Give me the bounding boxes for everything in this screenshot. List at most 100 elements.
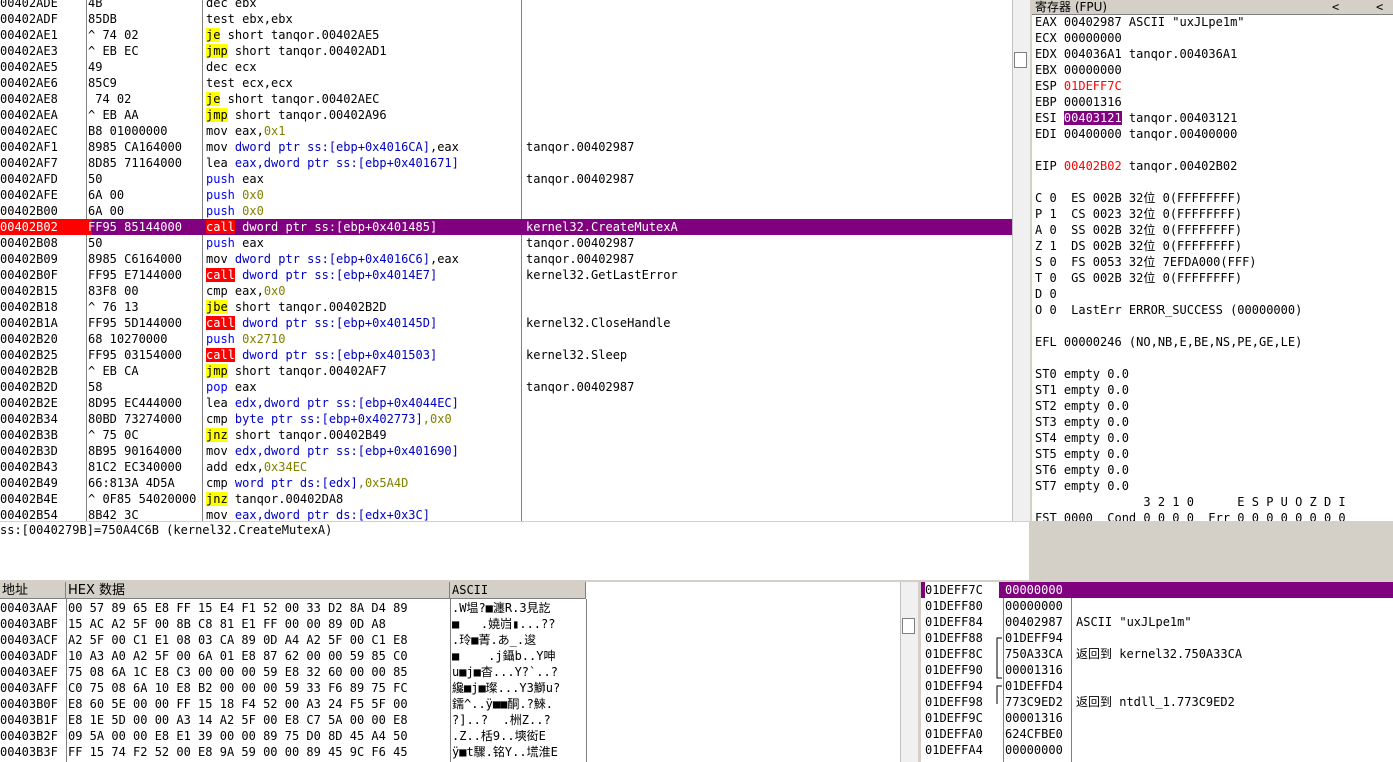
disasm-row[interactable]: 00402AE8 74 02 je short tanqor.00402AEC <box>0 91 1012 107</box>
stack-row-top[interactable]: 01DEFF7C 00000000 <box>921 582 1393 598</box>
register-line[interactable]: A 0 SS 002B 32位 0(FFFFFFFF) <box>1035 222 1242 238</box>
dump-address[interactable]: 00403ABF <box>0 616 66 632</box>
disasm-row[interactable]: 00402AF1 8985 CA164000 mov dword ptr ss:[e… <box>0 139 1012 155</box>
register-line[interactable]: EBP 00001316 <box>1035 94 1122 110</box>
dump-ascii[interactable]: .Z..栝9..塽衒E <box>452 728 586 744</box>
dump-header-ascii[interactable]: ASCII <box>450 582 586 599</box>
register-line[interactable]: ST4 empty 0.0 <box>1035 430 1129 446</box>
disasm-row[interactable]: 00402AE1 ^ 74 02 je short tanqor.00402AE5 <box>0 27 1012 43</box>
dump-address[interactable]: 00403ADF <box>0 648 66 664</box>
register-line[interactable]: ST2 empty 0.0 <box>1035 398 1129 414</box>
register-line[interactable]: P 1 CS 0023 32位 0(FFFFFFFF) <box>1035 206 1242 222</box>
dump-ascii[interactable]: 鑐^..ÿ■■酮.?鯠. <box>452 696 586 712</box>
stack-row[interactable]: 01DEFF94 01DEFFD4 <box>921 678 1393 694</box>
disasm-row[interactable]: 00402AE6 85C9 test ecx,ecx <box>0 75 1012 91</box>
dump-hex[interactable]: 15 AC A2 5F 00 8B C8 81 E1 FF 00 00 89 0… <box>68 616 448 632</box>
stack-row[interactable]: 01DEFF90 00001316 <box>921 662 1393 678</box>
disasm-row[interactable]: 00402B3D 8B95 90164000 mov edx,dword ptr s… <box>0 443 1012 459</box>
register-line[interactable]: EDX 004036A1 tanqor.004036A1 <box>1035 46 1237 62</box>
disasm-row[interactable]: 00402B08 50 push eax tanqor.00402987 <box>0 235 1012 251</box>
register-line[interactable]: D 0 <box>1035 286 1057 302</box>
dump-address[interactable]: 00403AEF <box>0 664 66 680</box>
disasm-row[interactable]: 00402ADE 4B dec ebx <box>0 0 1012 11</box>
register-line[interactable]: EAX 00402987 ASCII "uxJLpe1m" <box>1035 14 1245 30</box>
scroll-thumb[interactable] <box>902 618 915 634</box>
register-line[interactable]: Z 1 DS 002B 32位 0(FFFFFFFF) <box>1035 238 1242 254</box>
dump-ascii[interactable]: ?]..? .栦Z..? <box>452 712 586 728</box>
nav-left-icon[interactable]: < <box>1332 0 1339 14</box>
stack-row[interactable]: 01DEFF98 773C9ED2 返回到 ntdll_1.773C9ED2 <box>921 694 1393 710</box>
register-line[interactable]: T 0 GS 002B 32位 0(FFFFFFFF) <box>1035 270 1242 286</box>
stack-row[interactable]: 01DEFFA0 624CFBE0 <box>921 726 1393 742</box>
dump-ascii[interactable]: ■ .嬈岿▮...?? <box>452 616 586 632</box>
disasm-row[interactable]: 00402AEA ^ EB AA jmp short tanqor.00402A96 <box>0 107 1012 123</box>
disasm-row[interactable]: 00402ADF 85DB test ebx,ebx <box>0 11 1012 27</box>
disasm-row[interactable]: 00402B1A FF95 5D144000 call dword ptr ss:[… <box>0 315 1012 331</box>
register-line[interactable]: 3 2 1 0 E S P U O Z D I <box>1035 494 1345 510</box>
disasm-row[interactable]: 00402AE5 49 dec ecx <box>0 59 1012 75</box>
disasm-row[interactable]: 00402AE3 ^ EB EC jmp short tanqor.00402AD1 <box>0 43 1012 59</box>
register-line[interactable]: FST 0000 Cond 0 0 0 0 Err 0 0 0 0 0 0 0 … <box>1035 510 1346 521</box>
dump-ascii[interactable]: 纔■j■璨...Y3鰤u? <box>452 680 586 696</box>
disasm-row[interactable]: 00402B20 68 10270000 push 0x2710 <box>0 331 1012 347</box>
disasm-row[interactable]: 00402B54 8B42 3C mov eax,dword ptr ds:[edx… <box>0 507 1012 521</box>
dump-address[interactable]: 00403AFF <box>0 680 66 696</box>
dump-address[interactable]: 00403B1F <box>0 712 66 728</box>
register-line[interactable]: ST5 empty 0.0 <box>1035 446 1129 462</box>
register-line[interactable]: C 0 ES 002B 32位 0(FFFFFFFF) <box>1035 190 1242 206</box>
disasm-row[interactable]: 00402B3B ^ 75 0C jnz short tanqor.00402B49 <box>0 427 1012 443</box>
stack-row[interactable]: 01DEFF88 01DEFF94 <box>921 630 1393 646</box>
dump-address[interactable]: 00403AAF <box>0 600 66 616</box>
register-line[interactable]: ST0 empty 0.0 <box>1035 366 1129 382</box>
dump-hex[interactable]: 10 A3 A0 A2 5F 00 6A 01 E8 87 62 00 00 5… <box>68 648 448 664</box>
disasm-row[interactable]: 00402B2E 8D95 EC444000 lea edx,dword ptr s… <box>0 395 1012 411</box>
dump-header-hex[interactable]: HEX 数据 <box>66 582 450 599</box>
register-line[interactable]: EIP 00402B02 tanqor.00402B02 <box>1035 158 1237 174</box>
register-line[interactable]: ECX 00000000 <box>1035 30 1122 46</box>
dump-hex[interactable]: 00 57 89 65 E8 FF 15 E4 F1 52 00 33 D2 8… <box>68 600 448 616</box>
disasm-row[interactable]: 00402AFD 50 push eax tanqor.00402987 <box>0 171 1012 187</box>
dump-ascii[interactable]: ÿ■t驟.铭Y..塃淮E <box>452 744 586 760</box>
dump-scrollbar[interactable] <box>900 582 918 762</box>
register-line[interactable]: ST1 empty 0.0 <box>1035 382 1129 398</box>
disasm-row[interactable]: 00402B0F FF95 E7144000 call dword ptr ss:[… <box>0 267 1012 283</box>
disasm-row[interactable]: 00402B4E ^ 0F85 54020000 jnz tanqor.00402D… <box>0 491 1012 507</box>
stack-row[interactable]: 01DEFFA4 00000000 <box>921 742 1393 758</box>
memory-dump-pane[interactable]: 地址 HEX 数据 ASCII 00403AAF 00 57 89 65 E8 F… <box>0 582 918 762</box>
dump-hex[interactable]: C0 75 08 6A 10 E8 B2 00 00 00 59 33 F6 8… <box>68 680 448 696</box>
register-line[interactable]: S 0 FS 0053 32位 7EFDA000(FFF) <box>1035 254 1257 270</box>
dump-hex[interactable]: E8 1E 5D 00 00 A3 14 A2 5F 00 E8 C7 5A 0… <box>68 712 448 728</box>
stack-row[interactable]: 01DEFF80 00000000 <box>921 598 1393 614</box>
disasm-row-current[interactable]: 00402B02 FF95 85144000 call dword ptr ss:[… <box>0 219 1012 235</box>
dump-address[interactable]: 00403B3F <box>0 744 66 760</box>
stack-row[interactable]: 01DEFF9C 00001316 <box>921 710 1393 726</box>
register-line[interactable]: EDI 00400000 tanqor.00400000 <box>1035 126 1237 142</box>
dump-header-address[interactable]: 地址 <box>0 582 66 599</box>
dump-address[interactable]: 00403ACF <box>0 632 66 648</box>
register-line[interactable]: EBX 00000000 <box>1035 62 1122 78</box>
register-line[interactable]: ST3 empty 0.0 <box>1035 414 1129 430</box>
dump-hex[interactable]: FF 15 74 F2 52 00 E8 9A 59 00 00 89 45 9… <box>68 744 448 760</box>
dump-hex[interactable]: 75 08 6A 1C E8 C3 00 00 00 59 E8 32 60 0… <box>68 664 448 680</box>
disasm-row[interactable]: 00402B43 81C2 EC340000 add edx,0x34EC <box>0 459 1012 475</box>
disasm-row[interactable]: 00402B34 80BD 73274000 cmp byte ptr ss:[eb… <box>0 411 1012 427</box>
register-line[interactable]: ST7 empty 0.0 <box>1035 478 1129 494</box>
register-line[interactable]: ST6 empty 0.0 <box>1035 462 1129 478</box>
disasm-row[interactable]: 00402AF7 8D85 71164000 lea eax,dword ptr s… <box>0 155 1012 171</box>
dump-ascii[interactable]: .玲■菁.あ_.逡 <box>452 632 586 648</box>
disassembly-pane[interactable]: 00402ADE 4B dec ebx 00402ADF 85DB test ebx,eb… <box>0 0 1012 521</box>
dump-ascii[interactable]: u■j■杳...Y?`..? <box>452 664 586 680</box>
register-line[interactable]: ESP 01DEFF7C <box>1035 78 1122 94</box>
register-line[interactable]: EFL 00000246 (NO,NB,E,BE,NS,PE,GE,LE) <box>1035 334 1302 350</box>
dump-hex[interactable]: E8 60 5E 00 00 FF 15 18 F4 52 00 A3 24 F… <box>68 696 448 712</box>
disasm-row[interactable]: 00402B00 6A 00 push 0x0 <box>0 203 1012 219</box>
disasm-row[interactable]: 00402B15 83F8 00 cmp eax,0x0 <box>0 283 1012 299</box>
disasm-row[interactable]: 00402B25 FF95 03154000 call dword ptr ss:[… <box>0 347 1012 363</box>
dump-hex[interactable]: 09 5A 00 00 E8 E1 39 00 00 89 75 D0 8D 4… <box>68 728 448 744</box>
disasm-row[interactable]: 00402B49 66:813A 4D5A cmp word ptr ds:[edx… <box>0 475 1012 491</box>
disasm-row[interactable]: 00402B2D 58 pop eax tanqor.00402987 <box>0 379 1012 395</box>
dump-address[interactable]: 00403B0F <box>0 696 66 712</box>
stack-pane[interactable]: 01DEFF7C 00000000 01DEFF80 00000000 01DEFF84… <box>921 582 1393 762</box>
stack-row[interactable]: 01DEFF8C 750A33CA 返回到 kernel32.750A33CA <box>921 646 1393 662</box>
scroll-thumb[interactable] <box>1014 52 1027 68</box>
